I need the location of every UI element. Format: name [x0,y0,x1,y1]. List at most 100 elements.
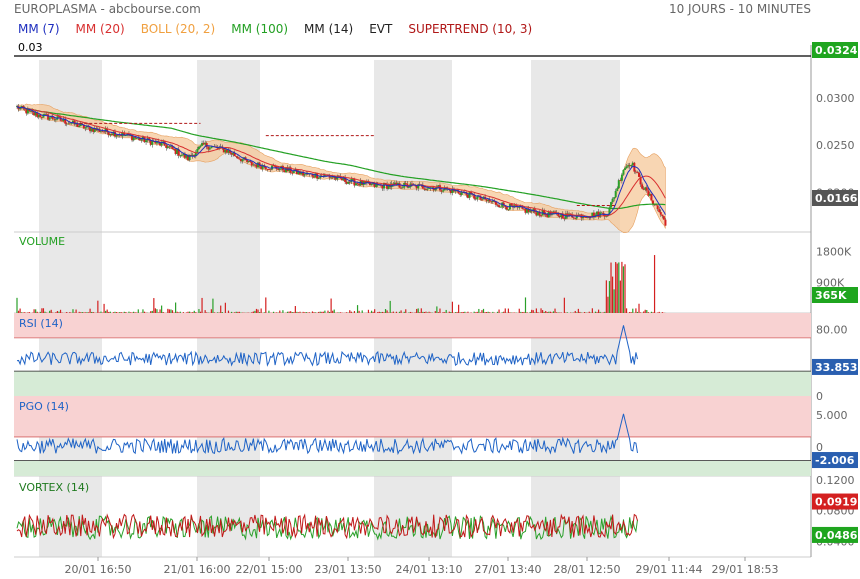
plots: 0.030.03000.02500.020020/01 16:5021/01 1… [14,41,855,576]
volume-bar [265,297,267,313]
volume-bar [179,311,181,313]
x-tick: 27/01 13:40 [475,563,542,576]
volume-bar [405,309,407,313]
candle [48,117,51,120]
volume-bar [332,310,334,313]
volume-bar [420,308,422,313]
value-badges: 0.0324 0.0166 365K 33.853 -2.006 0.0919 0.0486 [812,42,858,543]
volume-bar [475,312,477,313]
candle [241,159,244,162]
volume-bar [549,311,551,313]
candle [625,166,628,169]
level-badge: 0.0324 [815,44,858,57]
volume-bar [486,312,488,313]
volume-bar [234,312,236,313]
volume-bar [314,312,317,313]
volume-bar [276,312,278,313]
volume-bar [297,312,300,313]
volume-bar [69,312,71,313]
volume-bar [350,311,352,313]
volume-bar [526,312,528,313]
volume-bar [55,312,57,313]
volume-bar [392,311,394,313]
candle [303,174,306,176]
volume-bar [416,308,418,313]
volume-bar [524,297,527,313]
volume-bar [487,311,489,313]
candle [180,155,183,156]
pgo-tick: 5.000 [816,409,848,422]
candle [662,216,665,220]
volume-bar [632,308,634,313]
volume-bar [625,308,628,313]
volume-bar [328,311,331,313]
x-tick: 29/01 18:53 [712,563,779,576]
candle [292,171,295,173]
volume-bar [583,312,586,313]
candle [236,156,239,159]
volume-bar [408,312,410,313]
candle [645,187,648,191]
volume-bar [302,311,304,313]
volume-bar [419,312,421,313]
volume-label: VOLUME [19,235,65,248]
x-tick: 28/01 12:50 [554,563,621,576]
candle [658,209,661,213]
candle [78,126,81,128]
legend-item-5: EVT [369,22,393,36]
legend[interactable]: MM (7) MM (20) BOLL (20, 2) MM (100) MM (14)… [18,22,532,36]
rsi-badge: 33.853 [815,361,857,374]
volume-bar [635,308,637,313]
volume-bar [39,311,41,313]
volume-bar [106,309,108,313]
volume-bar [644,309,646,313]
volume-bar [383,312,385,313]
vortex-tick: 0.1200 [816,474,855,487]
vortex-plus-badge: 0.0486 [815,529,858,542]
volume-bar [370,310,373,313]
candle [656,205,659,210]
volume-bar [605,280,607,313]
volume-bar [386,310,388,313]
volume-bar [137,309,139,313]
volume-bar [398,311,401,313]
volume-bar [304,312,306,313]
volume-tick: 1800K [816,246,852,259]
volume-bar [615,262,617,313]
volume-bar [652,312,654,313]
volume-bar [629,311,631,313]
volume-bar [543,311,545,313]
volume-bar [299,311,301,313]
volume-bar [503,311,505,313]
volume-bar [311,311,314,313]
volume-bar [540,308,542,313]
volume-bar [456,311,458,313]
volume-bar [112,312,115,313]
volume-bar [272,311,275,313]
volume-bar [467,311,469,313]
volume-bar [622,266,625,313]
candle [620,174,623,181]
volume-bar [450,312,452,313]
volume-bar [554,308,556,313]
volume-bar [507,308,509,313]
volume-bar [546,312,548,313]
legend-item-1: MM (20) [76,22,125,36]
volume-bar [479,312,481,313]
volume-bar [193,310,195,313]
volume-bar [66,312,68,313]
candle [499,206,502,208]
volume-bar [72,309,74,313]
candle [507,209,510,211]
candle [404,182,407,184]
candle [518,207,521,208]
volume-bar [105,310,107,313]
volume-bar [381,311,384,313]
volume-bar [504,308,506,313]
volume-bar [356,305,359,313]
x-tick: 24/01 13:10 [396,563,463,576]
volume-bar [87,312,90,313]
candle [54,119,57,121]
volume-bar [322,311,324,313]
legend-item-3: MM (100) [231,22,288,36]
